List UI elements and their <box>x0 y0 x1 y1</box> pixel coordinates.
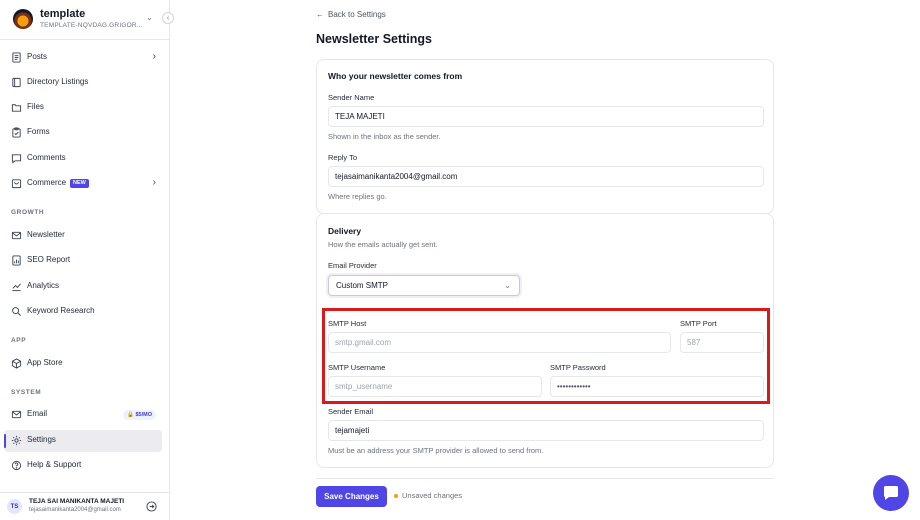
price-badge: 🔒 $5/MO <box>123 410 156 420</box>
section-title-system: SYSTEM <box>11 389 42 396</box>
sidebar-item-label: Newsletter <box>27 230 65 239</box>
section-title-app: APP <box>11 337 27 344</box>
book-icon <box>11 77 22 88</box>
email-provider-select[interactable]: Custom SMTP ⌄ <box>328 275 520 296</box>
sidebar-item-newsletter[interactable]: Newsletter <box>4 225 162 247</box>
arrow-left-icon: ← <box>316 10 324 19</box>
sender-email-input[interactable] <box>328 420 764 441</box>
sidebar-item-analytics[interactable]: Analytics <box>4 276 162 298</box>
sidebar-item-label: App Store <box>27 358 63 367</box>
email-provider-label: Email Provider <box>328 261 377 270</box>
save-changes-button[interactable]: Save Changes <box>316 486 387 507</box>
card-title: Delivery <box>328 226 362 236</box>
user-profile[interactable]: TS TEJA SAI MANIKANTA MAJETI tejasaimani… <box>0 492 170 520</box>
folder-icon <box>11 102 22 113</box>
sidebar-item-comments[interactable]: Comments <box>4 148 162 170</box>
back-link-label: Back to Settings <box>328 10 386 19</box>
workspace-logo <box>13 9 33 29</box>
user-name: TEJA SAI MANIKANTA MAJETI <box>29 498 125 505</box>
sidebar-item-settings[interactable]: Settings <box>4 430 162 452</box>
sidebar-item-label: Posts <box>27 52 48 61</box>
sidebar-item-help-support[interactable]: Help & Support <box>4 455 162 477</box>
report-icon <box>11 255 22 266</box>
search-icon <box>11 306 22 317</box>
chat-support-button[interactable] <box>873 475 909 511</box>
reply-to-hint: Where replies go. <box>328 192 387 201</box>
sidebar-item-directory-listings[interactable]: Directory Listings <box>4 72 162 94</box>
sidebar-item-label: Analytics <box>27 281 60 290</box>
sidebar-item-label: Email <box>27 409 48 418</box>
smtp-highlight-box <box>322 308 770 404</box>
card-title: Who your newsletter comes from <box>328 71 463 81</box>
sidebar-item-commerce[interactable]: Commerce NEW › <box>4 173 162 195</box>
card-subtitle: How the emails actually get sent. <box>328 240 438 249</box>
sidebar-item-label: Commerce <box>27 178 67 187</box>
chevron-right-icon: › <box>152 177 156 188</box>
sidebar-item-files[interactable]: Files <box>4 97 162 119</box>
unsaved-indicator: Unsaved changes <box>394 491 462 500</box>
chart-icon <box>11 281 22 292</box>
section-title-growth: GROWTH <box>11 209 45 216</box>
sidebar-item-seo-report[interactable]: SEO Report <box>4 250 162 272</box>
chevron-down-icon: ⌄ <box>146 13 153 22</box>
chevron-right-icon: › <box>152 51 156 62</box>
gear-icon <box>11 435 22 446</box>
email-provider-value: Custom SMTP <box>336 281 389 290</box>
file-text-icon <box>11 52 22 63</box>
sender-name-label: Sender Name <box>328 93 375 102</box>
clipboard-icon <box>11 127 22 138</box>
message-icon <box>11 153 22 164</box>
mail-icon <box>11 409 22 420</box>
workspace-switcher[interactable]: template TEMPLATE-NQVDAG.GRIGOR... ⌄ <box>0 0 170 40</box>
sidebar-item-keyword-research[interactable]: Keyword Research <box>4 301 162 323</box>
workspace-name: template <box>40 8 86 20</box>
chevron-down-icon: ⌄ <box>504 281 511 290</box>
sidebar-item-label: Forms <box>27 127 50 136</box>
sidebar: template TEMPLATE-NQVDAG.GRIGOR... ⌄ ‹ P… <box>0 0 174 520</box>
unsaved-dot-icon <box>394 493 398 498</box>
sender-name-input[interactable] <box>328 106 764 127</box>
sender-email-hint: Must be an address your SMTP provider is… <box>328 446 544 455</box>
user-email: tejasaimanikanta2004@gmail.com <box>29 507 121 513</box>
footer-divider <box>316 478 774 479</box>
sidebar-item-forms[interactable]: Forms <box>4 122 162 144</box>
sidebar-item-app-store[interactable]: App Store <box>4 353 162 375</box>
sidebar-item-label: Comments <box>27 153 66 162</box>
sidebar-item-label: Files <box>27 102 44 111</box>
sidebar-item-label: Help & Support <box>27 460 82 469</box>
sender-name-hint: Shown in the inbox as the sender. <box>328 132 441 141</box>
chat-icon <box>884 486 898 500</box>
sender-email-label: Sender Email <box>328 407 374 416</box>
cart-icon <box>11 178 22 189</box>
back-link[interactable]: ← Back to Settings <box>316 10 386 19</box>
sidebar-item-label: Settings <box>27 435 56 444</box>
app-root: template TEMPLATE-NQVDAG.GRIGOR... ⌄ ‹ P… <box>0 0 920 520</box>
mail-icon <box>11 230 22 241</box>
sidebar-item-posts[interactable]: Posts › <box>4 47 162 69</box>
price-badge-label: $5/MO <box>135 412 152 418</box>
sidebar-item-label: SEO Report <box>27 255 71 264</box>
page-title: Newsletter Settings <box>316 32 433 46</box>
sender-card: Who your newsletter comes from Sender Na… <box>316 59 774 214</box>
reply-to-label: Reply To <box>328 153 358 162</box>
logout-icon[interactable] <box>146 501 157 512</box>
unsaved-label: Unsaved changes <box>402 491 463 500</box>
collapse-sidebar-button[interactable]: ‹ <box>162 12 174 24</box>
help-icon <box>11 460 22 471</box>
sidebar-item-label: Keyword Research <box>27 306 95 315</box>
reply-to-input[interactable] <box>328 166 764 187</box>
avatar: TS <box>7 499 22 514</box>
sidebar-item-email[interactable]: Email 🔒 $5/MO <box>4 404 162 426</box>
sidebar-item-label: Directory Listings <box>27 77 89 86</box>
box-icon <box>11 358 22 369</box>
new-badge: NEW <box>70 179 89 188</box>
workspace-subtitle: TEMPLATE-NQVDAG.GRIGOR... <box>40 22 143 29</box>
